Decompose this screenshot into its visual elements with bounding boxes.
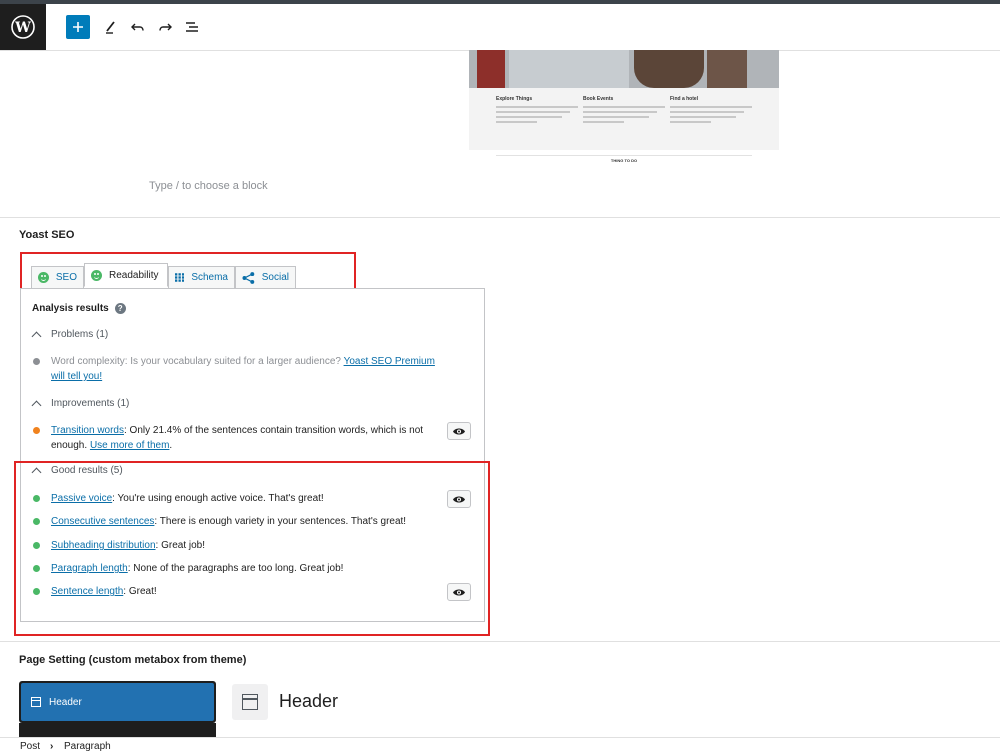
menu-item-header[interactable]: Header (21, 683, 214, 721)
window-icon (31, 697, 41, 707)
status-dot (33, 542, 40, 549)
header-section-icon-box (232, 684, 268, 720)
smiley-icon (91, 269, 102, 281)
svg-text:W: W (14, 20, 31, 36)
problems-toggle[interactable]: Problems (1) (31, 329, 108, 341)
add-block-button[interactable] (66, 15, 90, 39)
status-dot (33, 495, 40, 502)
highlight-toggle-button[interactable] (447, 490, 471, 508)
page-setting-title: Page Setting (custom metabox from theme) (19, 654, 247, 666)
preview-column: Book Events (583, 96, 665, 126)
grid-icon (175, 273, 185, 282)
tab-social[interactable]: Social (235, 266, 296, 288)
status-dot (33, 358, 40, 365)
transition-words-link[interactable]: Transition words (51, 425, 124, 436)
breadcrumb-item-paragraph[interactable]: Paragraph (64, 741, 111, 752)
preview-column: Explore Things (496, 96, 578, 126)
highlight-toggle-button[interactable] (447, 422, 471, 440)
help-icon[interactable]: ? (114, 303, 126, 314)
preview-column: Find a hotel (670, 96, 752, 126)
tab-readability[interactable]: Readability (84, 263, 168, 287)
preview-footer-label: THING TO DO (496, 155, 752, 163)
share-icon (242, 271, 255, 284)
subheading-distribution-link[interactable]: Subheading distribution (51, 540, 156, 551)
list-item: Transition words: Only 21.4% of the sent… (33, 423, 433, 453)
breadcrumb-separator: › (50, 741, 54, 752)
eye-icon (453, 589, 465, 595)
header-section-title: Header (279, 691, 339, 711)
sentence-length-link[interactable]: Sentence length (51, 586, 123, 597)
hero-image (469, 50, 779, 88)
smiley-icon (38, 272, 49, 283)
status-dot (33, 565, 40, 572)
status-dot (33, 427, 40, 434)
status-dot (33, 588, 40, 595)
chevron-up-icon (31, 400, 42, 410)
good-results-toggle[interactable]: Good results (5) (31, 465, 123, 477)
wordpress-logo-button[interactable]: W (0, 4, 46, 50)
divider (0, 641, 1000, 642)
pencil-icon (106, 21, 115, 34)
list-view-icon (186, 22, 198, 32)
tools-button[interactable] (101, 17, 121, 37)
window-icon (242, 694, 258, 710)
chevron-up-icon (31, 331, 42, 341)
page-setting-menu: Header (19, 681, 216, 743)
block-placeholder[interactable]: Type / to choose a block (149, 180, 268, 192)
tab-schema[interactable]: Schema (168, 266, 235, 288)
breadcrumb-item-post[interactable]: Post (20, 741, 40, 752)
redo-button[interactable] (155, 17, 175, 37)
analysis-results-heading: Analysis results ? (32, 303, 126, 314)
editor-toolbar: W (0, 4, 1000, 51)
chevron-up-icon (31, 467, 42, 477)
redo-icon (159, 23, 172, 31)
paragraph-length-link[interactable]: Paragraph length (51, 563, 128, 574)
breadcrumb: Post › Paragraph (0, 737, 1000, 752)
undo-icon (131, 23, 144, 31)
eye-icon (453, 428, 465, 434)
improvements-toggle[interactable]: Improvements (1) (31, 398, 129, 410)
status-dot (33, 518, 40, 525)
image-block-preview[interactable]: Explore Things Book Events Find a hotel … (469, 50, 779, 163)
consecutive-sentences-link[interactable]: Consecutive sentences (51, 516, 154, 527)
highlight-toggle-button[interactable] (447, 583, 471, 601)
passive-voice-link[interactable]: Passive voice (51, 493, 112, 504)
list-item: Word complexity: Is your vocabulary suit… (33, 354, 435, 384)
wordpress-icon: W (11, 15, 35, 39)
undo-button[interactable] (128, 17, 148, 37)
eye-icon (453, 496, 465, 502)
yoast-metabox-title: Yoast SEO (19, 229, 75, 241)
use-more-link[interactable]: Use more of them (90, 440, 169, 451)
document-overview-button[interactable] (182, 17, 202, 37)
divider (0, 217, 1000, 218)
tab-seo[interactable]: SEO (31, 266, 84, 288)
plus-icon (73, 22, 83, 32)
